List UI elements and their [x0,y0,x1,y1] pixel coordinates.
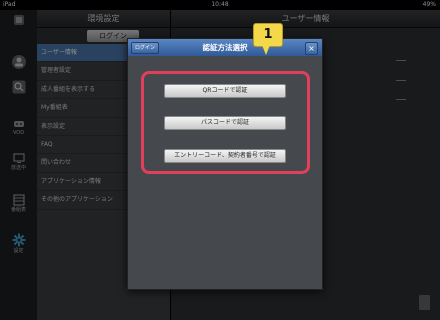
step-badge: 1 [253,23,283,47]
close-button[interactable]: × [305,42,318,55]
dialog-login-button[interactable]: ログイン [131,42,159,54]
highlight-frame [141,71,310,174]
dialog-header: 認証方法選択 ログイン × [128,39,322,56]
badge-pointer [262,45,270,55]
close-icon: × [308,44,315,53]
